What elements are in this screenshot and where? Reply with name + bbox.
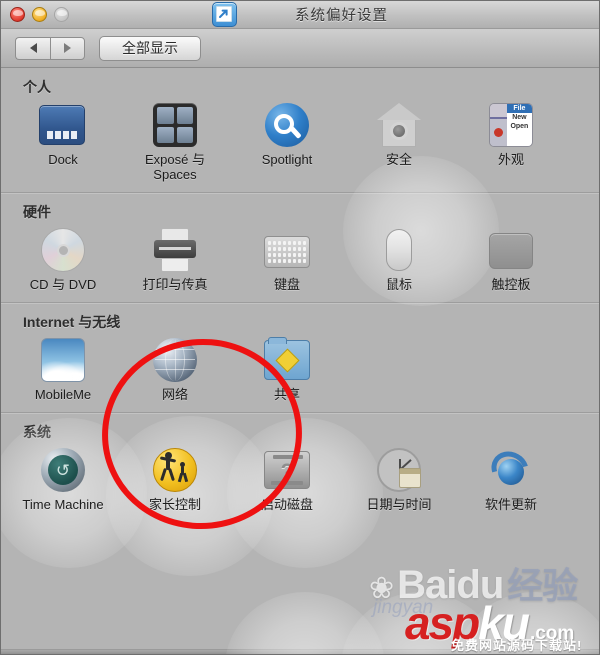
pref-label-sharing: 共享 xyxy=(273,387,300,402)
appearance-icon: File New Open xyxy=(487,101,535,149)
security-icon xyxy=(375,101,423,149)
software-update-icon xyxy=(485,444,535,494)
pref-print-fax[interactable]: 打印与传真 xyxy=(119,224,231,292)
close-button[interactable] xyxy=(10,7,25,22)
window-controls xyxy=(10,7,69,22)
pref-security[interactable]: 安全 xyxy=(343,99,455,182)
window-title: 系统偏好设置 xyxy=(295,8,388,24)
section-row-internet: MobileMe 网络 共享 xyxy=(1,334,599,412)
time-machine-icon: ↺ xyxy=(39,446,87,494)
pref-label-parental-controls: 家长控制 xyxy=(148,497,201,512)
print-fax-icon xyxy=(151,226,199,274)
pref-network[interactable]: 网络 xyxy=(119,334,231,402)
navigation-segmented-control[interactable] xyxy=(15,36,85,60)
appearance-menu-item-open: Open xyxy=(510,123,529,130)
mouse-icon xyxy=(375,226,423,274)
pref-label-keyboard: 键盘 xyxy=(273,277,300,292)
pref-startup-disk[interactable]: ? 启动磁盘 xyxy=(231,444,343,512)
pref-keyboard[interactable]: 键盘 xyxy=(231,224,343,292)
pref-label-appearance: 外观 xyxy=(497,152,524,167)
section-title-system: 系统 xyxy=(23,424,51,440)
forward-button[interactable] xyxy=(50,36,85,60)
pref-label-cd-dvd: CD 与 DVD xyxy=(29,277,97,292)
pref-dock[interactable]: Dock xyxy=(7,99,119,182)
system-preferences-icon xyxy=(212,2,237,27)
pref-date-time[interactable]: 日期与时间 xyxy=(343,444,455,512)
section-title-hardware: 硬件 xyxy=(23,204,51,220)
dock-icon xyxy=(39,101,87,149)
glow-date-time xyxy=(341,592,501,654)
arrow-sheet-glyph xyxy=(215,5,232,22)
section-row-system: ↺ Time Machine 家长控制 ? 启动磁盘 日期与时间 软件更新 xyxy=(1,444,599,522)
pref-label-print-fax: 打印与传真 xyxy=(142,277,208,292)
parental-controls-icon xyxy=(151,446,199,494)
title-bar: 系统偏好设置 xyxy=(1,1,599,29)
forward-arrow-icon xyxy=(64,43,71,53)
pref-label-date-time: 日期与时间 xyxy=(366,497,432,512)
pref-label-trackpad: 触控板 xyxy=(491,277,531,292)
section-hardware: 硬件 CD 与 DVD 打印与传真 键盘 鼠标 触控板 xyxy=(1,192,599,302)
section-row-personal: Dock Exposé 与 Spaces Spotlight 安全 File N… xyxy=(1,99,599,192)
pref-label-startup-disk: 启动磁盘 xyxy=(260,497,313,512)
pref-appearance[interactable]: File New Open 外观 xyxy=(455,99,567,182)
pref-label-security: 安全 xyxy=(385,152,412,167)
pref-cd-dvd[interactable]: CD 与 DVD xyxy=(7,224,119,292)
glow-startup-disk xyxy=(225,592,385,654)
pref-label-expose-line1: Exposé 与 xyxy=(145,152,205,167)
network-icon xyxy=(151,336,199,384)
pref-sharing[interactable]: 共享 xyxy=(231,334,343,402)
pref-label-expose-line2: Spaces xyxy=(153,167,197,182)
appearance-menu-header: File xyxy=(506,104,532,113)
minimize-button[interactable] xyxy=(32,7,47,22)
pref-time-machine[interactable]: ↺ Time Machine xyxy=(7,444,119,512)
pref-label-spotlight: Spotlight xyxy=(261,152,313,167)
pref-spotlight[interactable]: Spotlight xyxy=(231,99,343,182)
section-title-internet: Internet 与无线 xyxy=(23,314,121,330)
toolbar: 全部显示 xyxy=(1,29,599,68)
pref-label-mobileme: MobileMe xyxy=(34,387,92,402)
trackpad-icon xyxy=(487,226,535,274)
pref-label-software-update: 软件更新 xyxy=(484,497,537,512)
pref-label-time-machine: Time Machine xyxy=(22,497,104,512)
section-system: 系统 ↺ Time Machine 家长控制 ? 启动磁盘 日期与时间 软件更新 xyxy=(1,412,599,522)
cd-dvd-icon xyxy=(39,226,87,274)
show-all-button[interactable]: 全部显示 xyxy=(99,35,201,61)
pref-parental-controls[interactable]: 家长控制 xyxy=(119,444,231,512)
appearance-menu-item-new: New xyxy=(512,114,527,121)
section-internet-wireless: Internet 与无线 MobileMe 网络 共享 xyxy=(1,302,599,412)
back-button[interactable] xyxy=(15,36,50,60)
glow-software-update xyxy=(455,592,599,654)
pref-label-network: 网络 xyxy=(161,387,188,402)
expose-spaces-icon xyxy=(151,101,199,149)
sharing-icon xyxy=(263,336,311,384)
zoom-button xyxy=(54,7,69,22)
section-personal: 个人 Dock Exposé 与 Spaces Spotlight 安全 Fil… xyxy=(1,68,599,192)
section-title-personal: 个人 xyxy=(23,79,51,95)
pref-mobileme[interactable]: MobileMe xyxy=(7,334,119,402)
date-time-icon xyxy=(375,446,423,494)
preferences-content: 个人 Dock Exposé 与 Spaces Spotlight 安全 Fil… xyxy=(1,68,599,654)
title-center-group: 系统偏好设置 xyxy=(1,1,599,28)
pref-trackpad[interactable]: 触控板 xyxy=(455,224,567,292)
pref-mouse[interactable]: 鼠标 xyxy=(343,224,455,292)
window-bottom-edge xyxy=(1,649,599,654)
system-preferences-window: 系统偏好设置 全部显示 个人 Dock Exposé 与 Spaces Spot… xyxy=(0,0,600,655)
back-arrow-icon xyxy=(29,43,37,53)
startup-disk-icon: ? xyxy=(263,446,311,494)
keyboard-icon xyxy=(263,226,311,274)
mobileme-icon xyxy=(39,336,87,384)
section-row-hardware: CD 与 DVD 打印与传真 键盘 鼠标 触控板 xyxy=(1,224,599,302)
pref-software-update[interactable]: 软件更新 xyxy=(455,444,567,512)
pref-label-dock: Dock xyxy=(48,152,78,167)
pref-expose-spaces[interactable]: Exposé 与 Spaces xyxy=(119,99,231,182)
pref-label-mouse: 鼠标 xyxy=(385,277,412,292)
spotlight-icon xyxy=(263,101,311,149)
